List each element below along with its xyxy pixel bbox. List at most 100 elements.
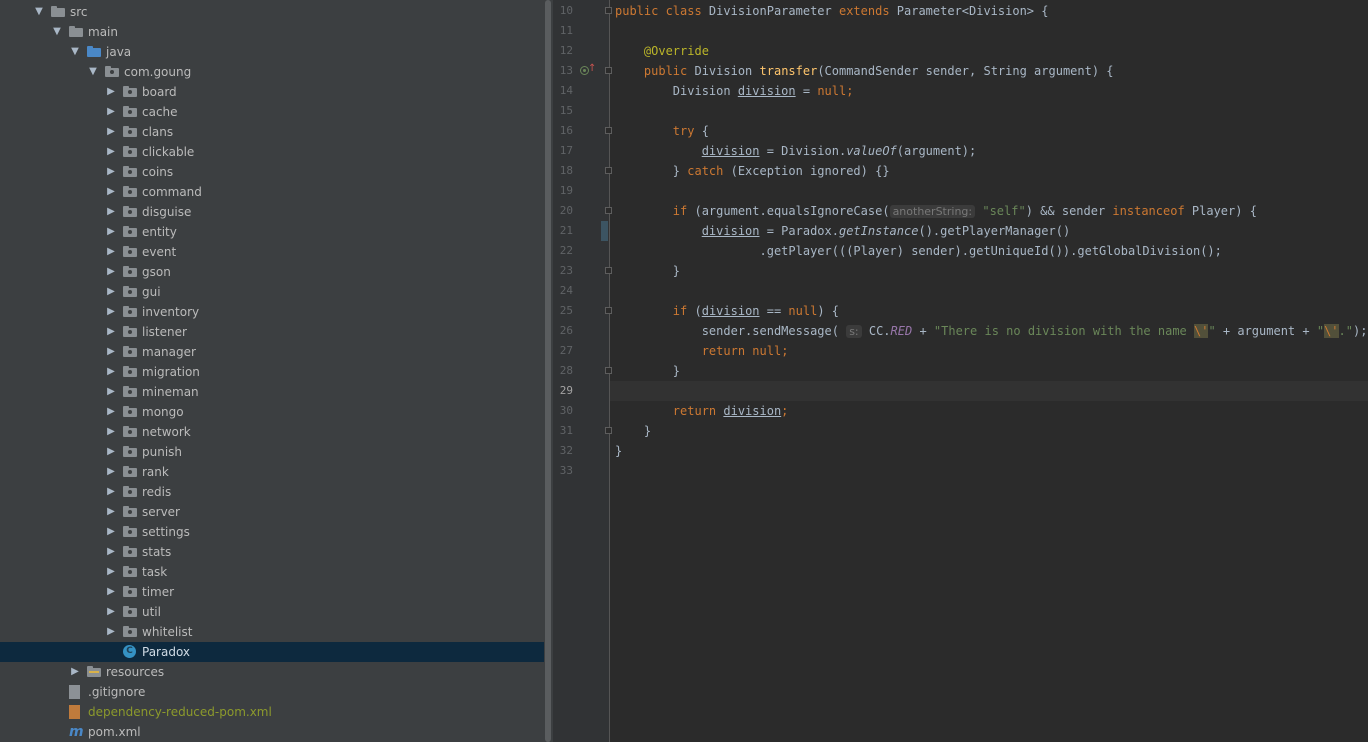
fold-marker-icon[interactable] xyxy=(605,367,612,374)
collapse-arrow-icon[interactable]: ▶ xyxy=(105,262,117,282)
tree-item-punish[interactable]: ▶ punish xyxy=(0,442,544,462)
tree-item-board[interactable]: ▶ board xyxy=(0,82,544,102)
expand-arrow-icon[interactable]: ▼ xyxy=(33,2,45,22)
tree-item-java[interactable]: ▼ java xyxy=(0,42,544,62)
collapse-arrow-icon[interactable]: ▶ xyxy=(105,442,117,462)
code-editor[interactable]: ↑ public class DivisionParameter extends… xyxy=(553,0,1368,742)
code-line[interactable]: } xyxy=(615,421,651,441)
tree-item-mineman[interactable]: ▶ mineman xyxy=(0,382,544,402)
code-line[interactable]: division = Paradox.getInstance().getPlay… xyxy=(615,221,1070,241)
collapse-arrow-icon[interactable]: ▶ xyxy=(105,602,117,622)
code-line[interactable]: } catch (Exception ignored) {} xyxy=(615,161,890,181)
collapse-arrow-icon[interactable]: ▶ xyxy=(105,422,117,442)
fold-marker-icon[interactable] xyxy=(605,167,612,174)
code-line[interactable]: } xyxy=(615,261,680,281)
collapse-arrow-icon[interactable]: ▶ xyxy=(69,662,81,682)
tree-item-disguise[interactable]: ▶ disguise xyxy=(0,202,544,222)
collapse-arrow-icon[interactable]: ▶ xyxy=(105,542,117,562)
collapse-arrow-icon[interactable]: ▶ xyxy=(105,462,117,482)
collapse-arrow-icon[interactable]: ▶ xyxy=(105,222,117,242)
collapse-arrow-icon[interactable]: ▶ xyxy=(105,502,117,522)
fold-marker-icon[interactable] xyxy=(605,207,612,214)
collapse-arrow-icon[interactable]: ▶ xyxy=(105,322,117,342)
fold-marker-icon[interactable] xyxy=(605,7,612,14)
project-tree-scrollbar[interactable] xyxy=(544,0,553,742)
collapse-arrow-icon[interactable]: ▶ xyxy=(105,242,117,262)
code-line[interactable]: public class DivisionParameter extends P… xyxy=(615,1,1048,21)
tree-item-main[interactable]: ▼ main xyxy=(0,22,544,42)
tree-item-task[interactable]: ▶ task xyxy=(0,562,544,582)
tree-item-paradox[interactable]: C Paradox xyxy=(0,642,544,662)
tree-item-migration[interactable]: ▶ migration xyxy=(0,362,544,382)
tree-item-inventory[interactable]: ▶ inventory xyxy=(0,302,544,322)
collapse-arrow-icon[interactable]: ▶ xyxy=(105,202,117,222)
collapse-arrow-icon[interactable]: ▶ xyxy=(105,122,117,142)
tree-item-src[interactable]: ▼ src xyxy=(0,2,544,22)
collapse-arrow-icon[interactable]: ▶ xyxy=(105,482,117,502)
tree-item-timer[interactable]: ▶ timer xyxy=(0,582,544,602)
tree-item-com-goung[interactable]: ▼ com.goung xyxy=(0,62,544,82)
tree-item-resources[interactable]: ▶ resources xyxy=(0,662,544,682)
tree-item-dependency-reduced-pom-xml[interactable]: dependency-reduced-pom.xml xyxy=(0,702,544,722)
code-line[interactable]: return division; xyxy=(615,401,789,421)
collapse-arrow-icon[interactable]: ▶ xyxy=(105,142,117,162)
tree-item-clickable[interactable]: ▶ clickable xyxy=(0,142,544,162)
tree-item-rank[interactable]: ▶ rank xyxy=(0,462,544,482)
code-line[interactable]: @Override xyxy=(615,41,709,61)
expand-arrow-icon[interactable]: ▼ xyxy=(51,22,63,42)
code-line[interactable]: sender.sendMessage( s: CC.RED + "There i… xyxy=(615,321,1367,342)
code-line[interactable]: } xyxy=(615,361,680,381)
collapse-arrow-icon[interactable]: ▶ xyxy=(105,402,117,422)
collapse-arrow-icon[interactable]: ▶ xyxy=(105,302,117,322)
fold-marker-icon[interactable] xyxy=(605,67,612,74)
tree-item-manager[interactable]: ▶ manager xyxy=(0,342,544,362)
tree-item-cache[interactable]: ▶ cache xyxy=(0,102,544,122)
collapse-arrow-icon[interactable]: ▶ xyxy=(105,362,117,382)
tree-item-listener[interactable]: ▶ listener xyxy=(0,322,544,342)
tree-item-util[interactable]: ▶ util xyxy=(0,602,544,622)
tree-item-clans[interactable]: ▶ clans xyxy=(0,122,544,142)
collapse-arrow-icon[interactable]: ▶ xyxy=(105,522,117,542)
collapse-arrow-icon[interactable]: ▶ xyxy=(105,282,117,302)
code-line[interactable]: if (division == null) { xyxy=(615,301,839,321)
tree-item-network[interactable]: ▶ network xyxy=(0,422,544,442)
tree-item-coins[interactable]: ▶ coins xyxy=(0,162,544,182)
expand-arrow-icon[interactable]: ▼ xyxy=(69,42,81,62)
collapse-arrow-icon[interactable]: ▶ xyxy=(105,382,117,402)
tree-item-server[interactable]: ▶ server xyxy=(0,502,544,522)
code-line[interactable]: if (argument.equalsIgnoreCase(anotherStr… xyxy=(615,201,1257,222)
tree-item-event[interactable]: ▶ event xyxy=(0,242,544,262)
tree-item-entity[interactable]: ▶ entity xyxy=(0,222,544,242)
fold-marker-icon[interactable] xyxy=(605,427,612,434)
fold-marker-icon[interactable] xyxy=(605,267,612,274)
tree-item-command[interactable]: ▶ command xyxy=(0,182,544,202)
fold-marker-icon[interactable] xyxy=(605,307,612,314)
collapse-arrow-icon[interactable]: ▶ xyxy=(105,582,117,602)
tree-item-settings[interactable]: ▶ settings xyxy=(0,522,544,542)
tree-item-stats[interactable]: ▶ stats xyxy=(0,542,544,562)
code-line[interactable]: Division division = null; xyxy=(615,81,854,101)
collapse-arrow-icon[interactable]: ▶ xyxy=(105,342,117,362)
collapse-arrow-icon[interactable]: ▶ xyxy=(105,562,117,582)
tree-item-mongo[interactable]: ▶ mongo xyxy=(0,402,544,422)
collapse-arrow-icon[interactable]: ▶ xyxy=(105,162,117,182)
collapse-arrow-icon[interactable]: ▶ xyxy=(105,182,117,202)
tree-item-whitelist[interactable]: ▶ whitelist xyxy=(0,622,544,642)
override-up-arrow-icon[interactable]: ↑ xyxy=(588,64,596,74)
collapse-arrow-icon[interactable]: ▶ xyxy=(105,82,117,102)
code-line[interactable]: .getPlayer(((Player) sender).getUniqueId… xyxy=(615,241,1221,261)
code-line[interactable]: } xyxy=(615,441,622,461)
code-line[interactable]: public Division transfer(CommandSender s… xyxy=(615,61,1114,81)
tree-item-pom-xml[interactable]: m pom.xml xyxy=(0,722,544,742)
tree-item-gson[interactable]: ▶ gson xyxy=(0,262,544,282)
scrollbar-thumb[interactable] xyxy=(545,0,551,742)
collapse-arrow-icon[interactable]: ▶ xyxy=(105,622,117,642)
code-line[interactable]: return null; xyxy=(615,341,789,361)
tree-item-gitignore[interactable]: .gitignore xyxy=(0,682,544,702)
code-line[interactable]: division = Division.valueOf(argument); xyxy=(615,141,977,161)
code-line[interactable]: try { xyxy=(615,121,709,141)
fold-marker-icon[interactable] xyxy=(605,127,612,134)
collapse-arrow-icon[interactable]: ▶ xyxy=(105,102,117,122)
tree-item-gui[interactable]: ▶ gui xyxy=(0,282,544,302)
tree-item-redis[interactable]: ▶ redis xyxy=(0,482,544,502)
